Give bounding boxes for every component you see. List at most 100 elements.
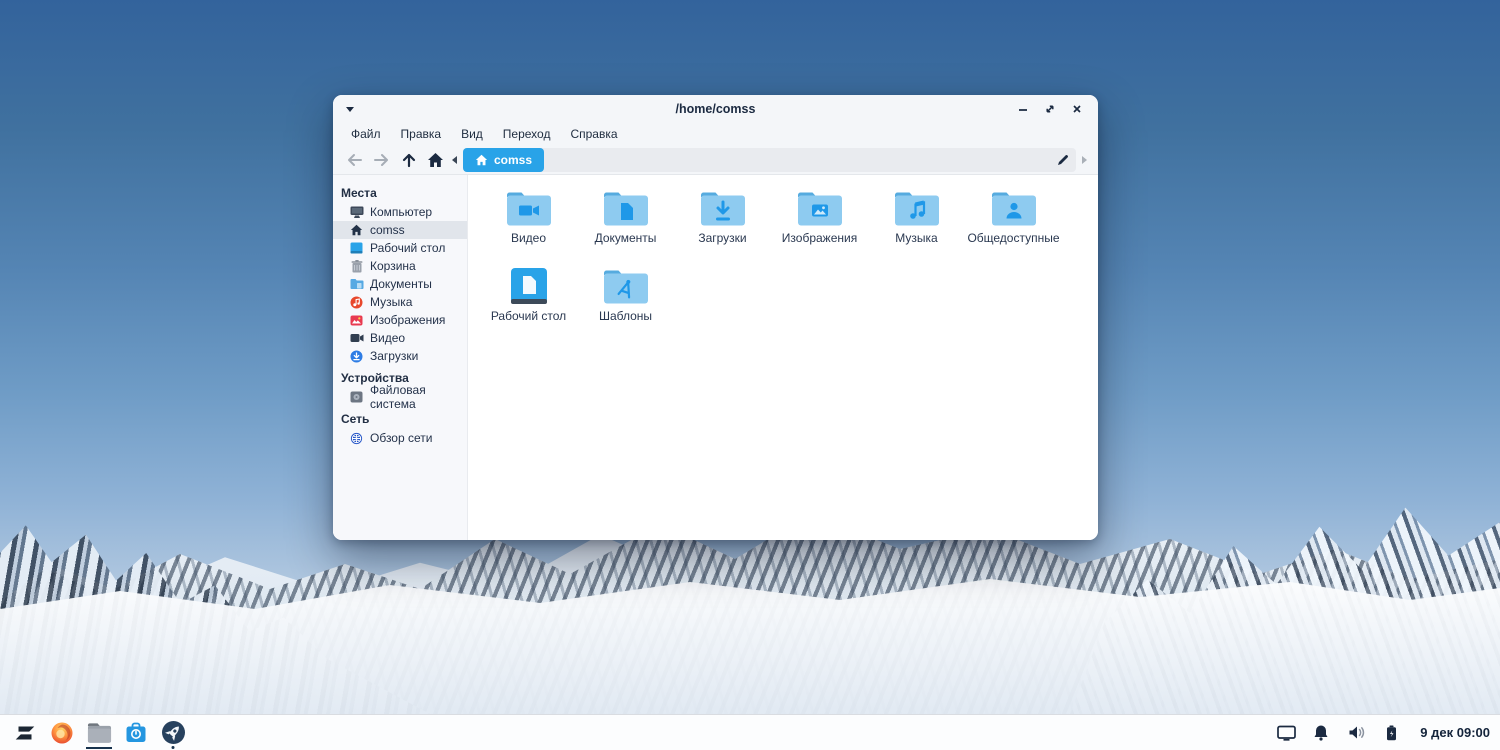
file-label: Изображения [781, 231, 858, 245]
active-app-indicator [86, 746, 112, 749]
sidebar-item-label: Документы [370, 277, 432, 291]
folder-public-icon [991, 192, 1036, 226]
network-globe-icon [349, 431, 364, 446]
taskbar: 9 дек 09:00 [0, 714, 1500, 750]
launcher-rocket-button[interactable] [158, 716, 188, 750]
home-button[interactable] [422, 148, 449, 172]
sidebar-section-places: Места [341, 186, 377, 200]
file-item-video[interactable]: Видео [480, 187, 577, 265]
sidebar-item-images[interactable]: Изображения [333, 311, 467, 329]
desktop-folder-icon [510, 268, 547, 304]
zorin-menu-button[interactable] [10, 716, 40, 750]
toolbar: comss [333, 145, 1098, 175]
launcher-rocket-icon [161, 721, 185, 744]
close-button[interactable] [1068, 100, 1086, 118]
minimize-button[interactable] [1014, 100, 1032, 118]
file-label: Видео [510, 231, 547, 245]
software-store-button[interactable] [121, 716, 151, 750]
file-manager-button[interactable] [84, 716, 114, 750]
running-app-indicator [171, 745, 175, 749]
file-item-downloads[interactable]: Загрузки [674, 187, 771, 265]
images-icon [349, 313, 364, 328]
sidebar-item-filesystem[interactable]: Файловая система [333, 383, 467, 411]
sidebar-item-trash[interactable]: Корзина [333, 257, 467, 275]
display-icon[interactable] [1276, 723, 1296, 743]
file-label: Документы [594, 231, 657, 245]
file-label: Музыка [895, 231, 938, 245]
menu-view[interactable]: Вид [451, 123, 493, 145]
window-title: /home/comss [675, 102, 756, 116]
taskbar-apps [10, 716, 188, 750]
window-menu-caret-icon[interactable] [345, 103, 357, 115]
sidebar-item-label: Изображения [370, 313, 446, 327]
file-item-music[interactable]: Музыка [868, 187, 965, 265]
notifications-bell-icon[interactable] [1311, 723, 1331, 743]
desktop-icon [349, 241, 364, 256]
firefox-button[interactable] [47, 716, 77, 750]
sidebar-item-label: Компьютер [370, 205, 433, 219]
window-body: Места Компьютер comss Рабочий стол Корзи… [333, 175, 1098, 540]
taskbar-clock[interactable]: 9 дек 09:00 [1420, 725, 1490, 740]
sidebar-item-network-browse[interactable]: Обзор сети [333, 429, 467, 447]
file-item-templates[interactable]: Шаблоны [577, 265, 674, 343]
maximize-button[interactable] [1041, 100, 1059, 118]
sidebar-item-downloads[interactable]: Загрузки [333, 347, 467, 365]
home-icon [475, 154, 488, 165]
file-item-documents[interactable]: Документы [577, 187, 674, 265]
sidebar-item-documents[interactable]: Документы [333, 275, 467, 293]
folder-video-icon [506, 192, 551, 226]
music-icon [349, 295, 364, 310]
sidebar-item-label: Видео [370, 331, 406, 345]
back-button[interactable] [341, 148, 368, 172]
folder-templates-icon [603, 270, 648, 304]
volume-icon[interactable] [1346, 723, 1366, 743]
file-item-desktop[interactable]: Рабочий стол [480, 265, 577, 343]
sidebar-item-label: Рабочий стол [370, 241, 446, 255]
sidebar-item-label: Загрузки [370, 349, 419, 363]
menu-file[interactable]: Файл [341, 123, 391, 145]
sidebar-item-computer[interactable]: Компьютер [333, 203, 467, 221]
forward-button[interactable] [368, 148, 395, 172]
titlebar[interactable]: /home/comss [333, 95, 1098, 123]
path-bar[interactable]: comss [463, 147, 1076, 172]
sidebar-item-comss[interactable]: comss [333, 221, 467, 239]
software-store-icon [126, 722, 146, 742]
taskbar-tray: 9 дек 09:00 [1276, 723, 1490, 743]
sidebar-item-label: comss [370, 223, 405, 237]
file-label: Общедоступные [967, 231, 1060, 245]
sidebar-item-music[interactable]: Музыка [333, 293, 467, 311]
downloads-icon [349, 349, 364, 364]
menubar: Файл Правка Вид Переход Справка [333, 123, 1098, 145]
documents-folder-icon [349, 277, 364, 292]
sidebar: Места Компьютер comss Рабочий стол Корзи… [333, 175, 468, 540]
sidebar-item-desktop[interactable]: Рабочий стол [333, 239, 467, 257]
desktop: /home/comss Файл Правка Вид Переход Спра… [0, 0, 1500, 750]
home-icon [349, 223, 364, 238]
sidebar-item-video[interactable]: Видео [333, 329, 467, 347]
filesystem-drive-icon [349, 390, 364, 405]
sidebar-item-label: Музыка [370, 295, 413, 309]
file-label: Рабочий стол [490, 309, 567, 323]
folder-music-icon [894, 192, 939, 226]
up-button[interactable] [395, 148, 422, 172]
file-item-public[interactable]: Общедоступные [965, 187, 1062, 265]
firefox-icon [51, 722, 73, 743]
video-camera-icon [349, 331, 364, 346]
folder-documents-icon [603, 192, 648, 226]
file-manager-icon [87, 722, 111, 743]
breadcrumb-current-folder[interactable]: comss [463, 147, 545, 172]
file-item-images[interactable]: Изображения [771, 187, 868, 265]
menu-edit[interactable]: Правка [391, 123, 452, 145]
edit-path-pencil-icon[interactable] [1050, 148, 1076, 172]
menu-go[interactable]: Переход [493, 123, 561, 145]
battery-icon[interactable] [1381, 723, 1401, 743]
breadcrumb-scroll-left-icon[interactable] [449, 148, 461, 172]
file-manager-window: /home/comss Файл Правка Вид Переход Спра… [333, 95, 1098, 540]
file-label: Загрузки [698, 231, 747, 245]
breadcrumb-scroll-right-icon[interactable] [1078, 148, 1090, 172]
menu-help[interactable]: Справка [560, 123, 627, 145]
sidebar-item-label: Корзина [370, 259, 416, 273]
sidebar-item-label: Файловая система [370, 383, 426, 411]
file-grid: Видео Документы Загрузки Изображения Муз… [468, 175, 1098, 540]
folder-downloads-icon [700, 192, 745, 226]
